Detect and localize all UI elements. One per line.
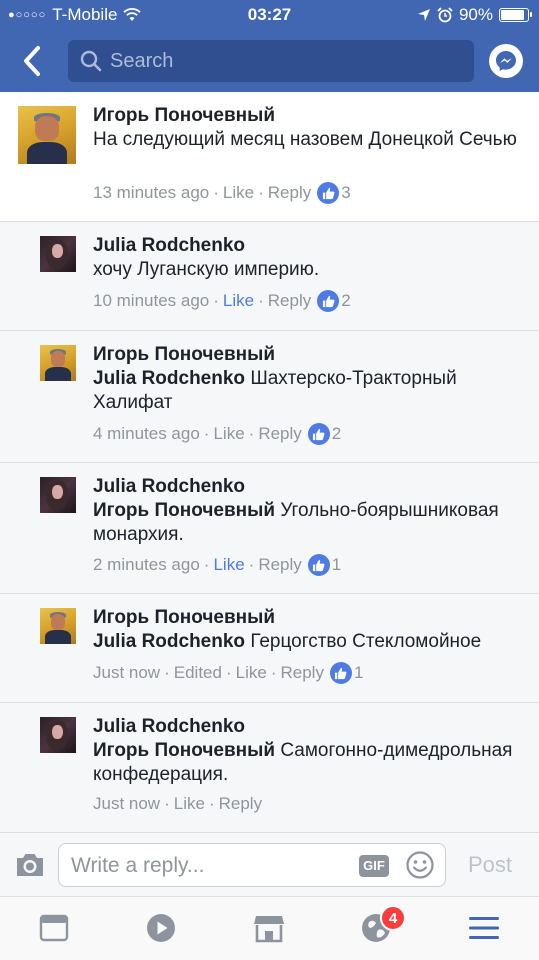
reply-button[interactable]: Reply — [268, 291, 311, 311]
comment-body: Игорь Поночевный Julia Rodchenko Шахтерс… — [93, 343, 523, 415]
comment-body: Julia Rodchenko Игорь Поночевный Угольно… — [93, 475, 523, 547]
comment-meta: Just now · Edited · Like · Reply 1 — [93, 662, 364, 684]
status-bar: ●○○○○ T-Mobile 03:27 90% — [0, 0, 539, 30]
comment: Julia Rodchenko Игорь Поночевный Самогон… — [0, 703, 539, 833]
like-thumb-icon[interactable] — [329, 662, 352, 684]
comment-meta: Just now · Like · Reply — [93, 794, 263, 814]
like-count[interactable]: 2 — [332, 424, 341, 444]
comment-author[interactable]: Julia Rodchenko — [93, 475, 523, 499]
like-count[interactable]: 3 — [341, 183, 350, 203]
like-button[interactable]: Like — [223, 183, 254, 203]
comment-time[interactable]: 13 minutes ago — [93, 183, 209, 203]
comment-time[interactable]: Just now — [93, 794, 160, 814]
mention-link[interactable]: Julia Rodchenko — [93, 368, 245, 389]
reply-button[interactable]: Reply — [219, 794, 262, 814]
search-input[interactable] — [110, 49, 450, 73]
search-icon — [80, 50, 102, 72]
comment-author[interactable]: Julia Rodchenko — [93, 715, 523, 739]
reply-button[interactable]: Reply — [258, 555, 301, 575]
comment-author[interactable]: Julia Rodchenko — [93, 234, 523, 258]
reply-input[interactable] — [71, 852, 351, 880]
mention-link[interactable]: Julia Rodchenko — [93, 631, 245, 652]
tab-bar: 4 — [0, 896, 539, 960]
app-header: ●○○○○ T-Mobile 03:27 90% — [0, 0, 539, 92]
comment: Игорь Поночевный Julia Rodchenko Шахтерс… — [0, 331, 539, 463]
messenger-icon — [496, 51, 516, 71]
comment-body: Julia Rodchenko хочу Луганскую империю. — [93, 234, 523, 282]
like-count[interactable]: 1 — [354, 663, 363, 683]
comment: Julia Rodchenko Игорь Поночевный Угольно… — [0, 463, 539, 594]
comment: Игорь Поночевный Julia Rodchenko Герцогс… — [0, 594, 539, 703]
comment-time[interactable]: 2 minutes ago — [93, 555, 200, 575]
battery-icon — [499, 8, 532, 22]
notifications-badge[interactable]: 4 — [380, 905, 406, 931]
play-icon — [147, 914, 175, 942]
post-button[interactable]: Post — [468, 852, 512, 878]
marketplace-icon — [254, 916, 284, 943]
like-count[interactable]: 1 — [332, 555, 341, 575]
like-button[interactable]: Like — [236, 663, 267, 683]
location-arrow-icon — [417, 9, 430, 21]
comment-text: Герцогство Стекломойное — [250, 631, 482, 652]
battery-percent: 90% — [458, 5, 493, 24]
like-thumb-icon[interactable] — [307, 554, 330, 576]
battery-fill — [501, 10, 524, 20]
comment-meta: 4 minutes ago · Like · Reply 2 — [93, 423, 342, 445]
reply-button[interactable]: Reply — [258, 424, 301, 444]
emoji-icon[interactable] — [405, 850, 435, 880]
comment-body: Игорь Поночевный На следующий месяц назо… — [93, 104, 523, 152]
comment-meta: 13 minutes ago · Like · Reply 3 — [93, 182, 351, 204]
like-thumb-icon[interactable] — [307, 423, 330, 445]
like-button[interactable]: Like — [174, 794, 205, 814]
like-count[interactable]: 2 — [341, 291, 350, 311]
mention-link[interactable]: Игорь Поночевный — [93, 740, 275, 761]
tab-menu[interactable] — [467, 911, 501, 945]
comment-time[interactable]: 4 minutes ago — [93, 424, 200, 444]
messenger-button[interactable] — [489, 44, 523, 78]
comment-text: хочу Луганскую империю. — [93, 259, 320, 280]
news-feed-icon — [39, 914, 69, 942]
avatar[interactable] — [40, 236, 76, 272]
comment: Игорь Поночевный На следующий месяц назо… — [0, 92, 539, 222]
comment-time[interactable]: 10 minutes ago — [93, 291, 209, 311]
avatar[interactable] — [40, 345, 76, 381]
avatar[interactable] — [40, 608, 76, 644]
tab-news-feed[interactable] — [37, 911, 71, 945]
comment-author[interactable]: Игорь Поночевный — [93, 343, 523, 367]
edited-label[interactable]: Edited — [174, 663, 222, 683]
reply-button[interactable]: Reply — [268, 183, 311, 203]
like-button[interactable]: Like — [213, 424, 244, 444]
back-arrow-icon[interactable] — [18, 44, 48, 78]
avatar[interactable] — [40, 717, 76, 753]
comment-time[interactable]: Just now — [93, 663, 160, 683]
gif-button[interactable]: GIF — [359, 855, 389, 877]
like-button[interactable]: Like — [223, 291, 254, 311]
mention-link[interactable]: Игорь Поночевный — [93, 500, 275, 521]
tab-marketplace[interactable] — [252, 911, 286, 945]
reply-composer: GIF Post — [0, 832, 539, 896]
comment-body: Julia Rodchenko Игорь Поночевный Самогон… — [93, 715, 523, 787]
search-bar[interactable] — [68, 40, 474, 82]
comment-body: Игорь Поночевный Julia Rodchenko Герцогс… — [93, 606, 523, 654]
comment: Julia Rodchenko хочу Луганскую империю. … — [0, 222, 539, 331]
like-thumb-icon[interactable] — [317, 182, 340, 204]
comment-text: На следующий месяц назовем Донецкой Сечь… — [93, 129, 517, 150]
comment-author[interactable]: Игорь Поночевный — [93, 606, 523, 630]
alarm-icon — [437, 7, 453, 23]
like-thumb-icon[interactable] — [317, 290, 340, 312]
comment-author[interactable]: Игорь Поночевный — [93, 104, 523, 128]
nav-bar — [0, 38, 539, 86]
like-button[interactable]: Like — [213, 555, 244, 575]
tab-video[interactable] — [144, 911, 178, 945]
comment-meta: 10 minutes ago · Like · Reply 2 — [93, 290, 351, 312]
menu-icon — [469, 917, 499, 939]
reply-button[interactable]: Reply — [281, 663, 324, 683]
reply-box[interactable]: GIF — [58, 843, 446, 887]
camera-icon[interactable] — [14, 851, 46, 879]
comment-meta: 2 minutes ago · Like · Reply 1 — [93, 554, 342, 576]
avatar[interactable] — [18, 106, 76, 164]
comments-list: Игорь Поночевный На следующий месяц назо… — [0, 92, 539, 833]
avatar[interactable] — [40, 477, 76, 513]
